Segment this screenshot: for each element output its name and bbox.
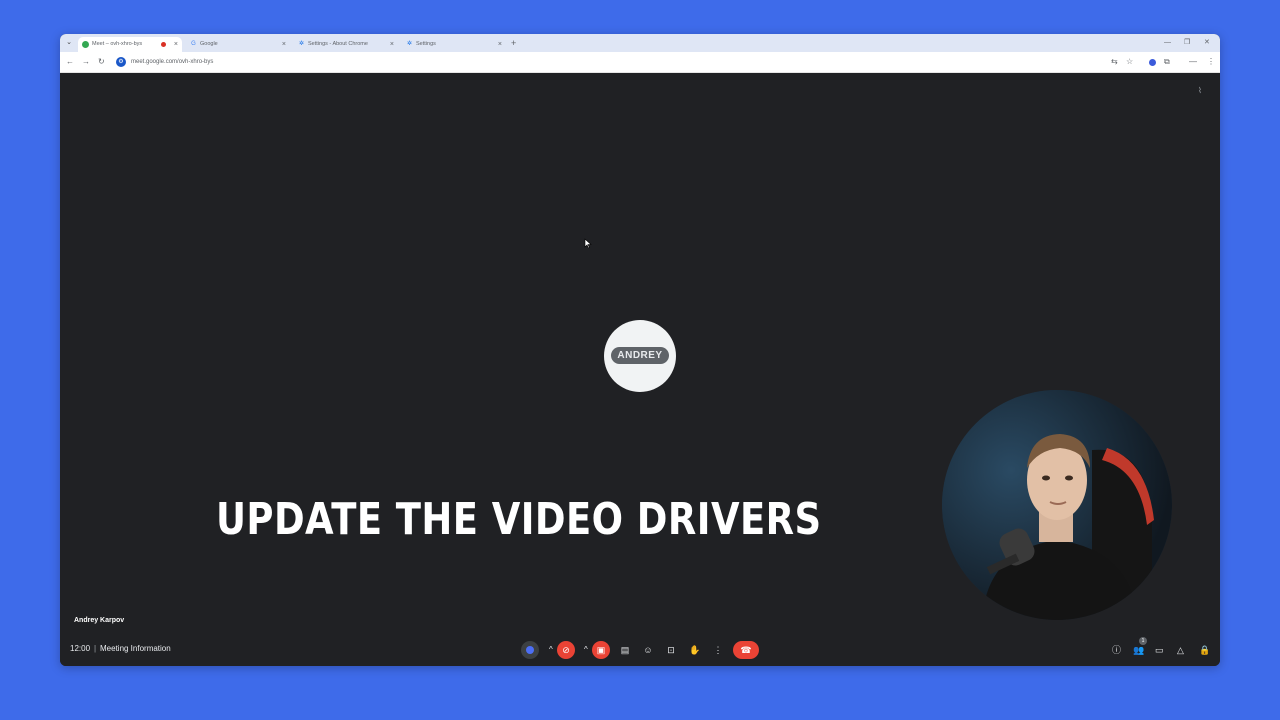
- tab-label: Google: [200, 41, 218, 47]
- camera-toggle-button[interactable]: ▣: [592, 641, 610, 659]
- tab-label: Settings: [416, 41, 436, 47]
- separator: |: [94, 644, 97, 653]
- more-vert-icon: ⋮: [713, 645, 723, 655]
- emoji-icon: ☺: [643, 645, 653, 655]
- mic-off-icon: ⌇: [1198, 86, 1202, 95]
- tab-label: Settings - About Chrome: [308, 41, 368, 47]
- tab-settings-about[interactable]: ✲ Settings - About Chrome ×: [294, 37, 398, 52]
- participant-name: Andrey Karpov: [74, 617, 125, 624]
- hang-up-icon: ☎: [740, 645, 752, 655]
- info-button[interactable]: ⓘ: [1112, 644, 1121, 656]
- presenter-video-image: [942, 390, 1172, 620]
- meet-stage: ⌇ ANDREY UPDATE THE VIDEO DRIVERS Andrey…: [60, 73, 1220, 666]
- close-tab-icon[interactable]: ×: [390, 37, 394, 52]
- captions-icon: ▤: [620, 645, 630, 655]
- forward-icon[interactable]: →: [82, 56, 90, 68]
- activities-button[interactable]: △: [1177, 644, 1184, 656]
- url-text: meet.google.com/ovh-xhro-bys: [131, 59, 214, 65]
- gear-icon: ✲: [298, 41, 305, 47]
- mic-toggle-button[interactable]: ⊘: [557, 641, 575, 659]
- audio-options-chevron-icon[interactable]: ^: [549, 643, 553, 657]
- menu-dots-icon[interactable]: ⋮: [1207, 56, 1215, 68]
- mic-off-icon: ⊘: [562, 645, 570, 655]
- close-tab-icon[interactable]: ×: [282, 37, 286, 52]
- meeting-time: 12:00: [70, 644, 91, 653]
- camera-off-icon: ▣: [596, 645, 606, 655]
- minus-icon[interactable]: —: [1189, 56, 1197, 68]
- close-tab-icon[interactable]: ×: [174, 37, 178, 52]
- mouse-cursor-icon: [584, 238, 592, 249]
- more-options-button[interactable]: ⋮: [709, 641, 727, 659]
- address-bar[interactable]: ⚙ meet.google.com/ovh-xhro-bys: [112, 55, 1142, 69]
- tab-search-icon[interactable]: ⌄: [64, 37, 74, 49]
- webcam-overlay: [942, 390, 1172, 620]
- tab-meet[interactable]: Meet – ovh-xhro-bys ×: [78, 37, 182, 52]
- people-button[interactable]: 👥: [1133, 644, 1144, 656]
- present-icon: ⊡: [667, 645, 675, 655]
- back-icon[interactable]: ←: [66, 56, 74, 68]
- present-button[interactable]: ⊡: [662, 641, 680, 659]
- reload-icon[interactable]: ↻: [98, 56, 105, 68]
- raise-hand-button[interactable]: ✋: [686, 641, 704, 659]
- tab-settings[interactable]: ✲ Settings ×: [402, 37, 506, 52]
- captions-button[interactable]: ▤: [616, 641, 634, 659]
- meet-icon: [82, 41, 89, 48]
- host-controls-button[interactable]: 🔒: [1199, 644, 1210, 656]
- avatar-label: ANDREY: [611, 347, 669, 364]
- new-tab-button[interactable]: +: [511, 37, 516, 49]
- tab-label: Meet – ovh-xhro-bys: [92, 41, 143, 47]
- effects-icon: [526, 646, 534, 654]
- chat-button[interactable]: ▭: [1155, 644, 1164, 656]
- profile-extension-icon[interactable]: [1149, 59, 1156, 66]
- site-info-icon[interactable]: ⚙: [116, 57, 126, 67]
- translate-icon[interactable]: ⇆: [1111, 56, 1118, 68]
- hand-icon: ✋: [689, 645, 701, 655]
- video-caption-overlay: UPDATE THE VIDEO DRIVERS: [216, 494, 822, 545]
- participants-count-badge: 1: [1139, 637, 1147, 645]
- activities-icon: △: [1177, 645, 1184, 655]
- close-window-button[interactable]: ✕: [1204, 37, 1210, 49]
- lock-icon: 🔒: [1199, 645, 1211, 655]
- extensions-icon[interactable]: ⧉: [1164, 56, 1170, 68]
- close-tab-icon[interactable]: ×: [498, 37, 502, 52]
- browser-toolbar: ← → ↻ ⚙ meet.google.com/ovh-xhro-bys ⇆ ☆…: [60, 52, 1220, 73]
- tab-google[interactable]: G Google ×: [186, 37, 290, 52]
- tab-bar: ⌄ Meet – ovh-xhro-bys × G Google × ✲ Set…: [60, 34, 1220, 52]
- meeting-information-link[interactable]: Meeting Information: [100, 644, 171, 653]
- google-icon: G: [191, 41, 196, 47]
- chat-icon: ▭: [1155, 645, 1164, 655]
- video-options-chevron-icon[interactable]: ^: [584, 643, 588, 657]
- emoji-button[interactable]: ☺: [639, 641, 657, 659]
- participant-avatar: ANDREY: [604, 320, 676, 392]
- browser-window: ⌄ Meet – ovh-xhro-bys × G Google × ✲ Set…: [60, 34, 1220, 666]
- info-icon: ⓘ: [1112, 645, 1122, 655]
- gear-icon: ✲: [406, 41, 413, 47]
- leave-call-button[interactable]: ☎: [733, 641, 759, 659]
- minimize-button[interactable]: —: [1164, 37, 1171, 49]
- maximize-button[interactable]: ❐: [1184, 37, 1190, 49]
- bookmark-star-icon[interactable]: ☆: [1126, 56, 1133, 68]
- effects-button[interactable]: [521, 641, 539, 659]
- recording-icon: [161, 42, 166, 47]
- people-icon: 👥: [1133, 645, 1145, 655]
